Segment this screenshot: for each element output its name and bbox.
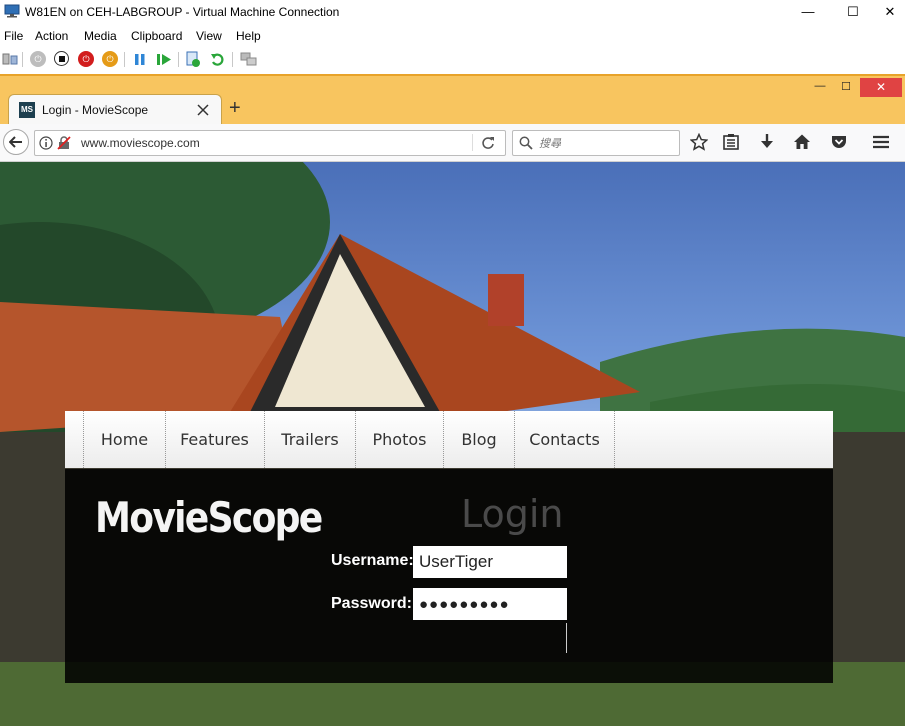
moviescope-favicon-icon: MS bbox=[19, 102, 35, 118]
back-button[interactable] bbox=[3, 129, 29, 155]
text-cursor bbox=[566, 623, 567, 653]
firefox-maximize-button[interactable]: ☐ bbox=[838, 80, 854, 96]
vm-menu-media[interactable]: Media bbox=[84, 29, 117, 43]
url-bar[interactable]: www.moviescope.com bbox=[34, 130, 506, 156]
tab-close-icon[interactable] bbox=[197, 104, 209, 116]
pocket-icon[interactable] bbox=[830, 133, 848, 151]
vm-menu-file[interactable]: File bbox=[4, 29, 23, 43]
search-icon bbox=[519, 136, 533, 150]
start-icon[interactable]: ⏻ bbox=[30, 51, 46, 67]
hamburger-menu-icon[interactable] bbox=[872, 134, 890, 150]
save-state-icon[interactable]: ⏻ bbox=[102, 51, 118, 67]
vm-minimize-button[interactable]: — bbox=[793, 3, 823, 21]
password-label: Password: bbox=[331, 595, 412, 612]
tab-login-moviescope[interactable]: MS Login - MovieScope bbox=[8, 94, 222, 125]
firefox-close-button[interactable]: ✕ bbox=[860, 78, 902, 97]
search-bar[interactable] bbox=[512, 130, 680, 156]
vm-maximize-button[interactable]: ☐ bbox=[838, 3, 868, 21]
checkpoint-icon[interactable] bbox=[185, 51, 201, 68]
pause-icon[interactable] bbox=[133, 53, 147, 66]
info-icon[interactable] bbox=[39, 136, 53, 150]
toolbar-separator bbox=[232, 52, 233, 67]
moviescope-logo: MovieScope bbox=[95, 493, 323, 542]
url-text: www.moviescope.com bbox=[81, 136, 200, 150]
vm-menu-clipboard[interactable]: Clipboard bbox=[131, 29, 182, 43]
revert-icon[interactable] bbox=[210, 52, 226, 67]
downloads-icon[interactable] bbox=[758, 133, 776, 151]
site-nav: Home Features Trailers Photos Blog Conta… bbox=[65, 411, 833, 468]
vm-window-title: W81EN on CEH-LABGROUP - Virtual Machine … bbox=[25, 5, 340, 19]
nav-features[interactable]: Features bbox=[165, 411, 265, 468]
new-tab-button[interactable]: + bbox=[229, 97, 241, 120]
nav-home[interactable]: Home bbox=[83, 411, 166, 468]
search-input[interactable] bbox=[537, 133, 676, 153]
firefox-minimize-button[interactable]: — bbox=[812, 80, 828, 96]
enhanced-session-icon[interactable] bbox=[240, 52, 258, 67]
username-input[interactable] bbox=[413, 546, 567, 578]
password-input[interactable] bbox=[413, 588, 567, 620]
bookmark-star-icon[interactable] bbox=[690, 133, 708, 151]
login-heading: Login bbox=[461, 492, 564, 536]
reload-icon[interactable] bbox=[481, 136, 495, 150]
url-separator bbox=[472, 134, 473, 151]
vm-close-button[interactable]: ✕ bbox=[875, 3, 905, 21]
ctrl-alt-del-icon[interactable] bbox=[2, 52, 18, 66]
toolbar-separator bbox=[22, 52, 23, 67]
nav-contacts[interactable]: Contacts bbox=[515, 411, 615, 468]
firefox-top-border bbox=[0, 74, 905, 76]
vm-menu-action[interactable]: Action bbox=[35, 29, 68, 43]
nav-blog[interactable]: Blog bbox=[444, 411, 515, 468]
vm-titlebar: W81EN on CEH-LABGROUP - Virtual Machine … bbox=[0, 0, 905, 24]
turn-off-icon[interactable] bbox=[54, 51, 69, 66]
vm-menu-help[interactable]: Help bbox=[236, 29, 261, 43]
username-label: Username: bbox=[331, 552, 414, 569]
nav-trailers[interactable]: Trailers bbox=[265, 411, 356, 468]
toolbar-separator bbox=[178, 52, 179, 67]
toolbar-separator bbox=[124, 52, 125, 67]
home-icon[interactable] bbox=[793, 133, 811, 151]
reading-list-icon[interactable] bbox=[722, 133, 740, 151]
shutdown-icon[interactable]: ⏻ bbox=[78, 51, 94, 67]
insecure-lock-icon[interactable] bbox=[57, 136, 71, 150]
nav-photos[interactable]: Photos bbox=[356, 411, 444, 468]
tab-title: Login - MovieScope bbox=[42, 103, 149, 117]
vm-monitor-icon bbox=[4, 4, 20, 18]
back-arrow-icon bbox=[9, 136, 22, 148]
vm-menu-view[interactable]: View bbox=[196, 29, 222, 43]
vm-menubar: File Action Media Clipboard View Help bbox=[0, 26, 905, 46]
vm-toolbar: ⏻ ⏻ ⏻ bbox=[0, 48, 905, 72]
resume-icon[interactable] bbox=[156, 53, 172, 66]
